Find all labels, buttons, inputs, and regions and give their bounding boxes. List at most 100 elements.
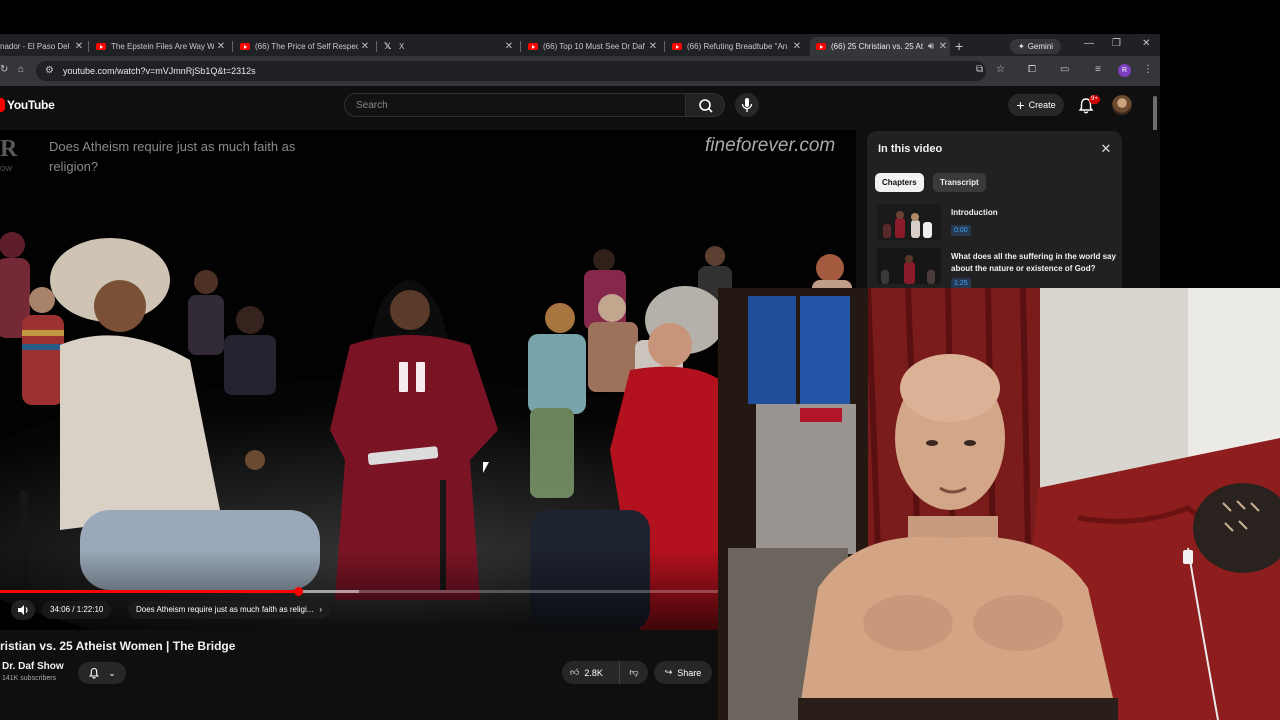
volume-button[interactable] (11, 600, 35, 620)
chapter-item[interactable]: Introduction 0:00 (877, 204, 1117, 240)
time-display: 34:06 / 1:22:10 (42, 601, 112, 619)
tab-close-icon[interactable]: ✕ (72, 41, 86, 52)
chevron-right-icon: › (319, 605, 323, 614)
tab-separator (376, 41, 377, 52)
window-close-icon[interactable]: ✕ (1142, 38, 1150, 49)
share-button[interactable]: ↪ Share (654, 661, 712, 684)
chapter-thumbnail (877, 204, 941, 240)
youtube-favicon-icon (816, 43, 826, 50)
share-label: Share (677, 667, 702, 678)
panel-close-icon[interactable]: ✕ (1098, 141, 1114, 157)
search-button[interactable] (685, 93, 725, 117)
chapter-title-text: Does Atheism require just as much faith … (136, 605, 314, 614)
voice-search-button[interactable] (735, 93, 759, 117)
tab-close-icon[interactable]: ✕ (936, 41, 950, 52)
home-icon[interactable]: ⌂ (18, 64, 24, 75)
like-button[interactable]: 👍︎ 2.8K (562, 661, 620, 684)
tab-mute-icon[interactable]: 🔊︎ (926, 41, 936, 52)
gemini-button[interactable]: ✦ Gemini (1010, 39, 1062, 54)
search-input[interactable] (345, 94, 685, 116)
like-dislike-group: 👍︎ 2.8K 👎︎ (562, 661, 648, 684)
browser-tab-active[interactable]: (66) 25 Christian vs. 25 At 🔊︎ ✕ (810, 37, 950, 56)
tab-separator (88, 41, 89, 52)
youtube-favicon-icon (240, 43, 250, 50)
tab-close-icon[interactable]: ✕ (358, 41, 372, 52)
youtube-logo-text: YouTube (7, 98, 55, 112)
tab-close-icon[interactable]: ✕ (646, 41, 660, 52)
profile-avatar[interactable]: R (1118, 64, 1131, 77)
browser-tab[interactable]: nador - El Paso Del ✕ (0, 37, 86, 56)
show-logo-letter: R (0, 136, 18, 162)
tab-title: (66) Refuting Breadtube "An (687, 42, 788, 51)
extensions-icon[interactable]: ⧠ (1028, 64, 1036, 75)
browser-window: nador - El Paso Del ✕ The Epstein Files … (0, 34, 1160, 86)
tab-close-icon[interactable]: ✕ (502, 41, 516, 52)
tab-title: nador - El Paso Del (0, 42, 70, 51)
panel-title: In this video (878, 143, 943, 155)
subscriber-count: 141K subscribers (2, 675, 57, 682)
screen-top-letterbox (0, 0, 1280, 34)
reload-icon[interactable]: ↻ (0, 64, 8, 75)
youtube-logo[interactable]: YouTube (0, 98, 55, 112)
channel-name[interactable]: Dr. Daf Show (2, 661, 64, 672)
gemini-label: Gemini (1027, 42, 1054, 51)
tab-close-icon[interactable]: ✕ (790, 41, 804, 52)
account-avatar[interactable] (1112, 95, 1132, 115)
chapter-title: What does all the suffering in the world… (951, 252, 1116, 273)
browser-menu-icon[interactable]: ⋮ (1143, 64, 1153, 75)
video-title: ristian vs. 25 Atheist Women | The Bridg… (0, 639, 236, 653)
browser-tab[interactable]: (66) The Price of Self Respect ✕ (240, 37, 372, 56)
screen-right-letterbox (1160, 34, 1280, 288)
thumbs-up-icon: 👍︎ (570, 667, 580, 677)
tab-transcript[interactable]: Transcript (933, 173, 986, 192)
tab-title: X (399, 42, 405, 51)
youtube-header: YouTube + Create 9+ (0, 86, 1160, 130)
chapter-thumbnail-image (877, 248, 941, 284)
media-controls-icon[interactable]: ≡ (1095, 64, 1101, 75)
create-button[interactable]: + Create (1008, 94, 1064, 116)
video-watermark: fineforever.com (705, 135, 836, 156)
webcam-feed (718, 288, 1280, 720)
youtube-favicon-icon (96, 43, 106, 50)
pause-button[interactable] (396, 358, 430, 396)
chapter-title-button[interactable]: Does Atheism require just as much faith … (128, 601, 331, 619)
subscription-notifications-button[interactable]: ⌄ (78, 662, 126, 684)
search-field[interactable] (344, 93, 686, 117)
pause-bar-left (399, 362, 408, 392)
chapter-timestamp[interactable]: 0:00 (951, 225, 971, 236)
tab-strip: nador - El Paso Del ✕ The Epstein Files … (0, 34, 1160, 56)
minimize-icon[interactable]: — (1084, 38, 1094, 49)
notification-count-badge: 9+ (1089, 95, 1100, 104)
install-app-icon[interactable]: ⧉ (976, 64, 983, 75)
side-panel-icon[interactable]: ▭ (1060, 64, 1069, 75)
browser-tab[interactable]: 𝕏 X ✕ (384, 37, 516, 56)
gemini-sparkle-icon: ✦ (1018, 42, 1025, 51)
pause-bar-right (416, 362, 425, 392)
tab-separator (664, 41, 665, 52)
chevron-down-icon: ⌄ (108, 667, 116, 678)
x-favicon-icon: 𝕏 (384, 41, 392, 51)
mouse-cursor-icon (483, 462, 489, 473)
search-icon (699, 99, 713, 113)
new-tab-icon[interactable]: + (955, 38, 963, 54)
url-text: youtube.com/watch?v=mVJmnRjSb1Q&t=2312s (63, 66, 256, 76)
address-bar[interactable]: ⚙ youtube.com/watch?v=mVJmnRjSb1Q&t=2312… (36, 61, 1005, 81)
site-info-icon[interactable]: ⚙ (45, 65, 54, 76)
chapter-item[interactable]: What does all the suffering in the world… (877, 248, 1117, 288)
tab-close-icon[interactable]: ✕ (214, 41, 228, 52)
tab-chapters[interactable]: Chapters (875, 173, 924, 192)
chapter-timestamp[interactable]: 1:25 (951, 278, 971, 288)
browser-tab[interactable]: The Epstein Files Are Way W ✕ (96, 37, 228, 56)
youtube-favicon-icon (528, 43, 538, 50)
in-this-video-panel: In this video ✕ Chapters Transcript Intr… (867, 131, 1122, 288)
browser-tab[interactable]: (66) Refuting Breadtube "An ✕ (672, 37, 804, 56)
dislike-button[interactable]: 👎︎ (620, 661, 648, 684)
progress-scrubber-handle[interactable] (293, 587, 303, 596)
youtube-play-logo-icon (0, 98, 5, 112)
maximize-icon[interactable]: ❐ (1112, 38, 1121, 49)
progress-played (0, 590, 298, 593)
progress-bar[interactable] (0, 587, 718, 596)
browser-tab[interactable]: (66) Top 10 Must See Dr Daf ✕ (528, 37, 660, 56)
show-logo-sub: OW (0, 166, 13, 173)
bookmark-star-icon[interactable]: ☆ (996, 64, 1005, 75)
